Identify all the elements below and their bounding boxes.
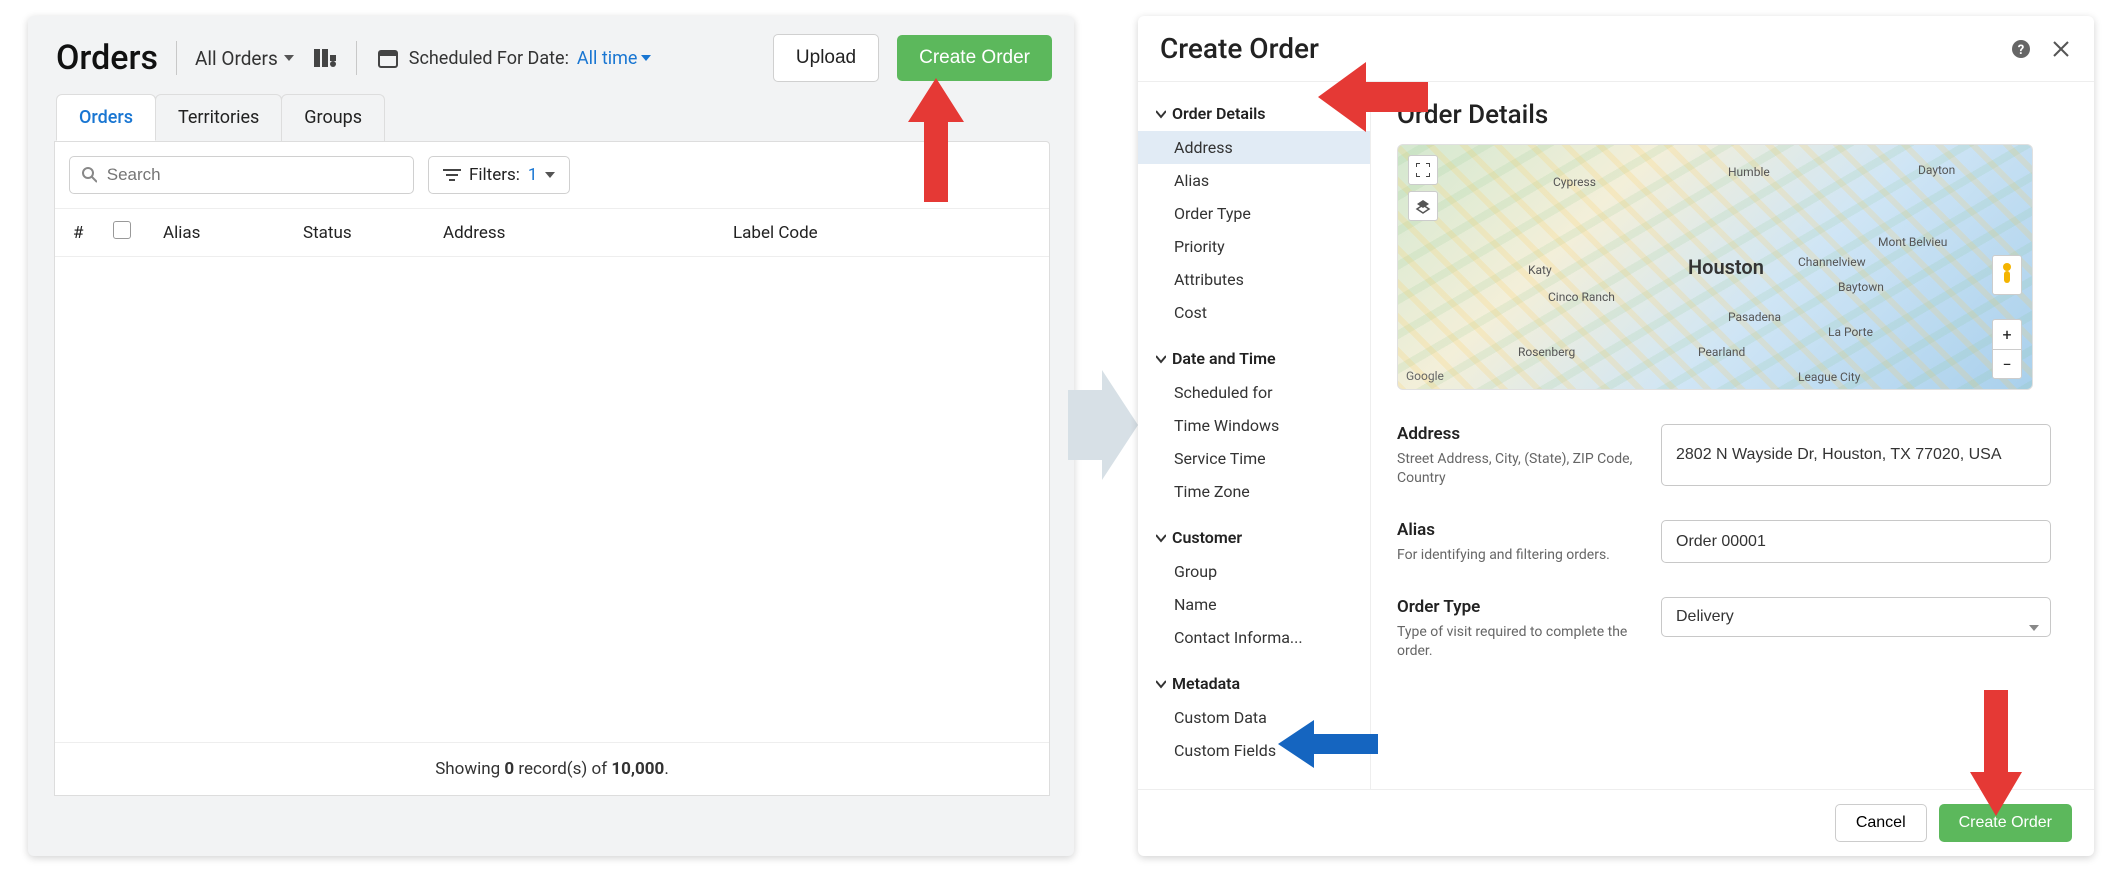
orders-body: Filters: 1 # Alias Status Address Label … xyxy=(54,141,1050,796)
modal-header: Create Order ? xyxy=(1138,16,2094,82)
annotation-arrow-submit xyxy=(1970,690,2022,816)
sidebar-item-alias[interactable]: Alias xyxy=(1138,164,1370,197)
search-icon xyxy=(82,167,97,183)
search-box[interactable] xyxy=(69,156,414,194)
scheduled-label: Scheduled For Date: xyxy=(409,48,569,69)
sidebar-item-cost[interactable]: Cost xyxy=(1138,296,1370,329)
sidebar-item-scheduled-for[interactable]: Scheduled for xyxy=(1138,376,1370,409)
sidebar-section-date-time[interactable]: Date and Time xyxy=(1138,341,1370,376)
orders-toolbar: Filters: 1 xyxy=(55,142,1049,209)
divider xyxy=(356,41,357,75)
sidebar-item-time-zone[interactable]: Time Zone xyxy=(1138,475,1370,508)
address-label: Address xyxy=(1397,424,1637,444)
form-row-order-type: Order Type Type of visit required to com… xyxy=(1397,597,2068,659)
divider xyxy=(176,41,177,75)
cancel-button[interactable]: Cancel xyxy=(1835,804,1927,842)
sidebar-section-metadata[interactable]: Metadata xyxy=(1138,666,1370,701)
sidebar-item-order-type[interactable]: Order Type xyxy=(1138,197,1370,230)
annotation-arrow-custom-data xyxy=(1278,720,1378,768)
modal-content: Order Details Houston Cypress Humble Day… xyxy=(1370,82,2094,789)
col-select-all[interactable] xyxy=(113,221,163,244)
col-address[interactable]: Address xyxy=(443,223,733,243)
filters-count: 1 xyxy=(528,165,538,185)
chevron-down-icon xyxy=(1156,679,1166,689)
calendar-icon xyxy=(375,45,401,71)
map-pegman[interactable] xyxy=(1992,255,2022,295)
help-icon[interactable]: ? xyxy=(2010,38,2032,60)
content-section-title: Order Details xyxy=(1397,100,2068,130)
orders-footer: Showing 0 record(s) of 10,000. xyxy=(55,742,1049,795)
map-zoom-in[interactable]: + xyxy=(1992,319,2022,349)
map-zoom-out[interactable]: − xyxy=(1992,349,2022,379)
map[interactable]: Houston Cypress Humble Dayton Katy Pasad… xyxy=(1397,144,2033,390)
orders-filter-dropdown[interactable]: All Orders xyxy=(195,47,294,70)
map-layers-button[interactable] xyxy=(1408,191,1438,221)
modal-sidebar: Order Details Address Alias Order Type P… xyxy=(1138,82,1370,789)
sidebar-item-name[interactable]: Name xyxy=(1138,588,1370,621)
address-input[interactable] xyxy=(1661,424,2051,486)
sidebar-item-priority[interactable]: Priority xyxy=(1138,230,1370,263)
filters-dropdown[interactable]: Filters: 1 xyxy=(428,156,570,194)
close-icon[interactable] xyxy=(2050,38,2072,60)
orders-table-header: # Alias Status Address Label Code xyxy=(55,209,1049,257)
sidebar-item-service-time[interactable]: Service Time xyxy=(1138,442,1370,475)
annotation-arrow-create-order xyxy=(908,78,964,202)
chevron-down-icon xyxy=(545,172,555,178)
map-zoom-controls: + − xyxy=(1992,319,2022,379)
order-type-hint: Type of visit required to complete the o… xyxy=(1397,624,1627,659)
col-label-code[interactable]: Label Code xyxy=(733,223,1031,243)
sidebar-item-contact-info[interactable]: Contact Informa... xyxy=(1138,621,1370,654)
sidebar-item-time-windows[interactable]: Time Windows xyxy=(1138,409,1370,442)
col-alias[interactable]: Alias xyxy=(163,223,303,243)
chevron-down-icon xyxy=(1156,109,1166,119)
tab-groups[interactable]: Groups xyxy=(281,94,385,141)
create-order-button[interactable]: Create Order xyxy=(897,35,1052,81)
sidebar-item-attributes[interactable]: Attributes xyxy=(1138,263,1370,296)
form-row-alias: Alias For identifying and filtering orde… xyxy=(1397,520,2068,563)
map-controls-tl xyxy=(1408,155,1438,221)
chevron-down-icon xyxy=(641,55,651,61)
sidebar-section-customer[interactable]: Customer xyxy=(1138,520,1370,555)
sidebar-item-group[interactable]: Group xyxy=(1138,555,1370,588)
map-label-houston: Houston xyxy=(1688,255,1764,279)
modal-footer: Cancel Create Order xyxy=(1138,789,2094,856)
svg-text:?: ? xyxy=(2018,43,2024,58)
connector-arrow xyxy=(1068,370,1138,480)
modal-title: Create Order xyxy=(1160,32,1319,65)
alias-input[interactable] xyxy=(1661,520,2051,563)
upload-button[interactable]: Upload xyxy=(773,34,879,82)
order-type-label: Order Type xyxy=(1397,597,1637,617)
chevron-down-icon xyxy=(1156,354,1166,364)
columns-icon[interactable] xyxy=(312,45,338,71)
page-title: Orders xyxy=(56,38,158,78)
map-fullscreen-button[interactable] xyxy=(1408,155,1438,185)
address-hint: Street Address, City, (State), ZIP Code,… xyxy=(1397,451,1632,486)
sidebar-item-address[interactable]: Address xyxy=(1138,131,1370,164)
chevron-down-icon xyxy=(284,55,294,61)
col-status[interactable]: Status xyxy=(303,223,443,243)
map-brand: Google xyxy=(1406,369,1444,383)
alias-label: Alias xyxy=(1397,520,1637,540)
scheduled-for-filter: Scheduled For Date: All time xyxy=(375,45,652,71)
col-number: # xyxy=(73,223,113,243)
form-row-address: Address Street Address, City, (State), Z… xyxy=(1397,424,2068,486)
orders-filter-label: All Orders xyxy=(195,47,278,70)
checkbox-icon xyxy=(113,221,131,239)
filters-label: Filters: xyxy=(469,165,520,185)
order-type-select[interactable] xyxy=(1661,597,2051,637)
tab-orders[interactable]: Orders xyxy=(56,94,156,141)
search-input[interactable] xyxy=(107,165,401,185)
chevron-down-icon xyxy=(1156,533,1166,543)
filter-icon xyxy=(443,168,461,182)
scheduled-value-dropdown[interactable]: All time xyxy=(577,48,652,69)
annotation-arrow-order-details xyxy=(1318,62,1428,132)
tab-territories[interactable]: Territories xyxy=(155,94,282,141)
alias-hint: For identifying and filtering orders. xyxy=(1397,547,1610,563)
